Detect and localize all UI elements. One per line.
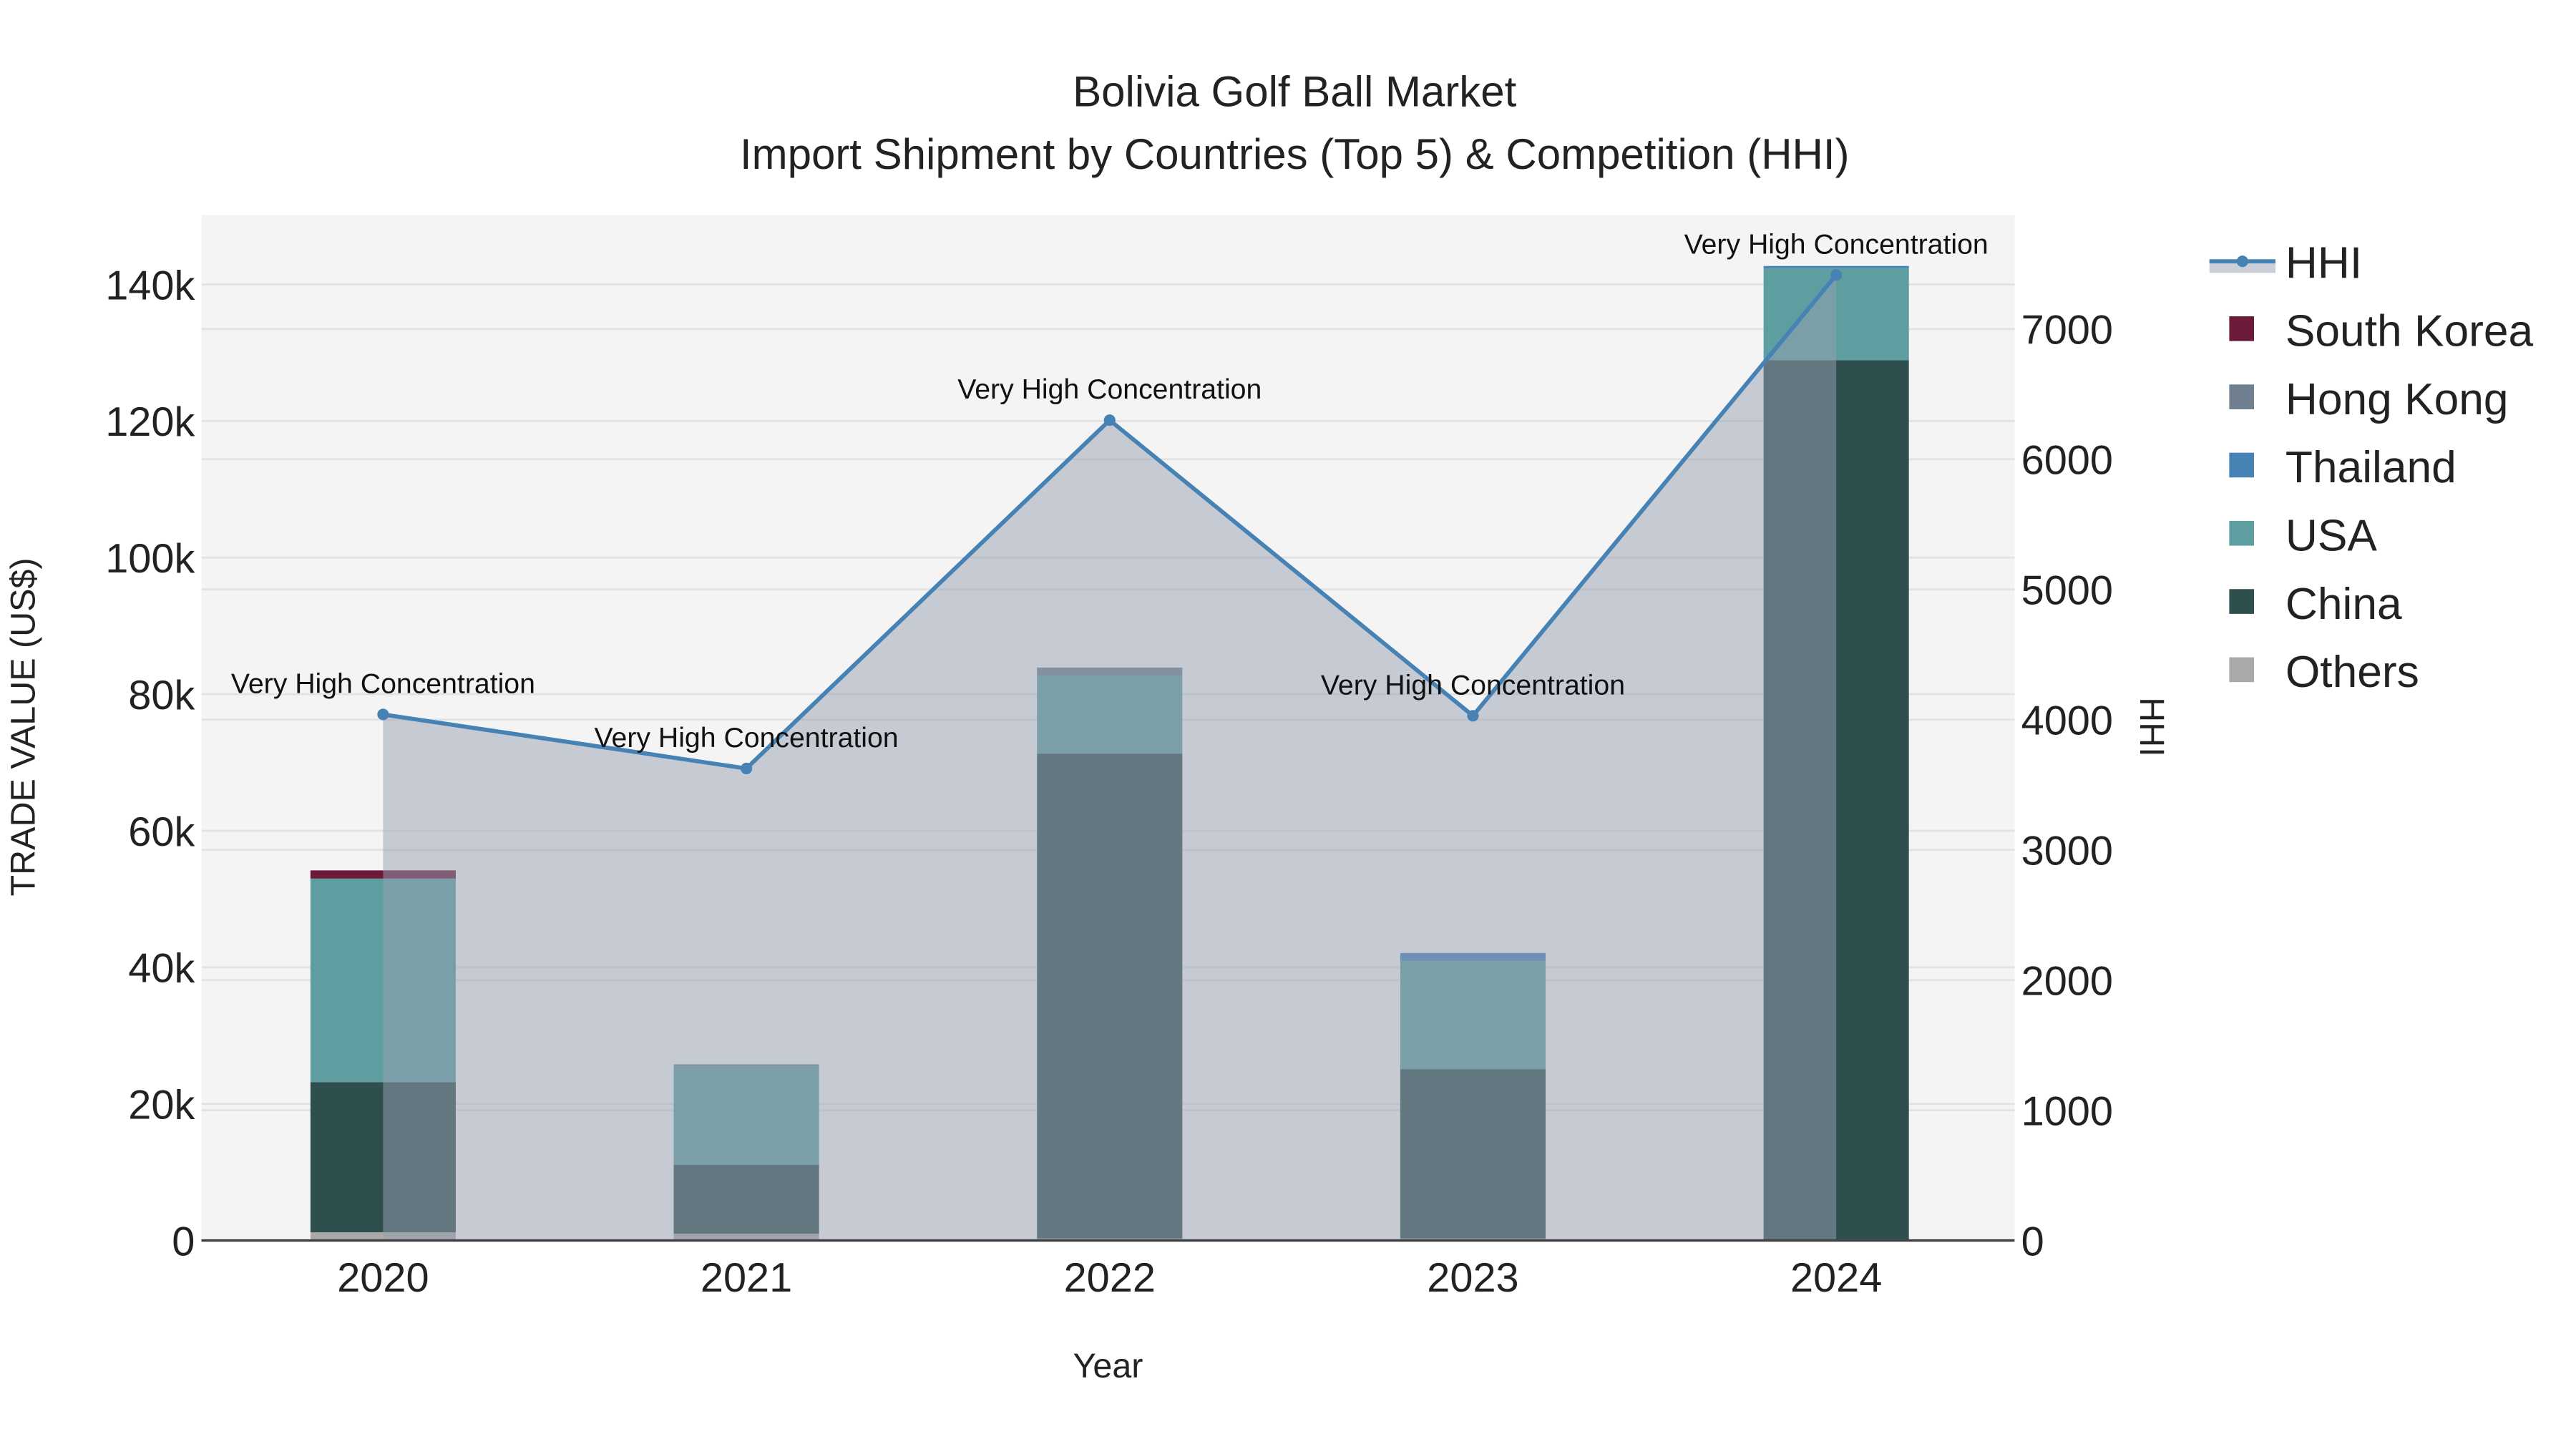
y2-tick-label: 7000 xyxy=(2021,308,2113,353)
hhi-point-2020 xyxy=(377,708,389,721)
chart: Very High Concentration Very High Concent… xyxy=(4,67,2534,1385)
y2-tick-label: 3000 xyxy=(2021,828,2113,874)
hhi-annotation: Very High Concentration xyxy=(1684,228,1989,260)
legend-label: South Korea xyxy=(2285,307,2534,356)
legend-swatch-china xyxy=(2229,589,2254,614)
legend-label: USA xyxy=(2285,512,2378,561)
y2-tick-label: 1000 xyxy=(2021,1088,2113,1134)
legend-hhi-marker xyxy=(2236,255,2248,268)
y2-tick-label: 4000 xyxy=(2021,698,2113,744)
y-tick-label: 80k xyxy=(128,673,195,718)
y-tick-label: 120k xyxy=(105,399,195,445)
hhi-point-2021 xyxy=(741,762,753,775)
y2-tick-label: 5000 xyxy=(2021,568,2113,614)
y2-axis-label: HHI xyxy=(2132,697,2171,756)
x-tick-label: 2022 xyxy=(1064,1255,1156,1301)
hhi-point-2023 xyxy=(1467,710,1479,722)
hhi-annotation: Very High Concentration xyxy=(595,722,899,753)
y2-tick-label: 6000 xyxy=(2021,438,2113,484)
y2-tick-label: 2000 xyxy=(2021,958,2113,1004)
bar-thailand-2024 xyxy=(1763,265,1909,268)
y-tick-label: 0 xyxy=(172,1219,195,1264)
legend-label: HHI xyxy=(2285,238,2362,288)
y-tick-label: 40k xyxy=(128,946,195,992)
hhi-annotation: Very High Concentration xyxy=(1321,669,1625,701)
x-tick-label: 2021 xyxy=(701,1255,792,1301)
legend-swatch-others xyxy=(2229,657,2254,683)
y-tick-label: 20k xyxy=(128,1083,195,1128)
hhi-point-2024 xyxy=(1830,269,1843,281)
y-axis-label: TRADE VALUE (US$) xyxy=(4,557,42,896)
x-axis-label: Year xyxy=(1073,1347,1143,1385)
x-tick-label: 2023 xyxy=(1427,1255,1518,1301)
legend-label: Thailand xyxy=(2285,443,2457,492)
hhi-annotation: Very High Concentration xyxy=(231,668,535,699)
x-tick-label: 2024 xyxy=(1790,1255,1882,1301)
y-tick-label: 100k xyxy=(105,536,195,582)
legend-label: China xyxy=(2285,580,2402,629)
legend-label: Hong Kong xyxy=(2285,375,2509,424)
legend-swatch-thailand xyxy=(2229,452,2254,478)
legend-label: Others xyxy=(2285,648,2419,697)
y-tick-label: 60k xyxy=(128,809,195,855)
legend-swatch-usa xyxy=(2229,520,2254,546)
hhi-annotation: Very High Concentration xyxy=(957,374,1262,405)
legend-swatch-hong-kong xyxy=(2229,384,2254,409)
x-tick-label: 2020 xyxy=(337,1255,429,1301)
chart-subtitle: Import Shipment by Countries (Top 5) & C… xyxy=(740,130,1850,178)
y-tick-label: 140k xyxy=(105,263,195,308)
chart-title: Bolivia Golf Ball Market xyxy=(1073,67,1517,115)
hhi-point-2022 xyxy=(1103,414,1116,426)
legend: HHI South Korea Hong Kong Thailand USA China O… xyxy=(2209,238,2534,697)
legend-swatch-south-korea xyxy=(2229,316,2254,341)
y2-tick-label: 0 xyxy=(2021,1219,2044,1264)
